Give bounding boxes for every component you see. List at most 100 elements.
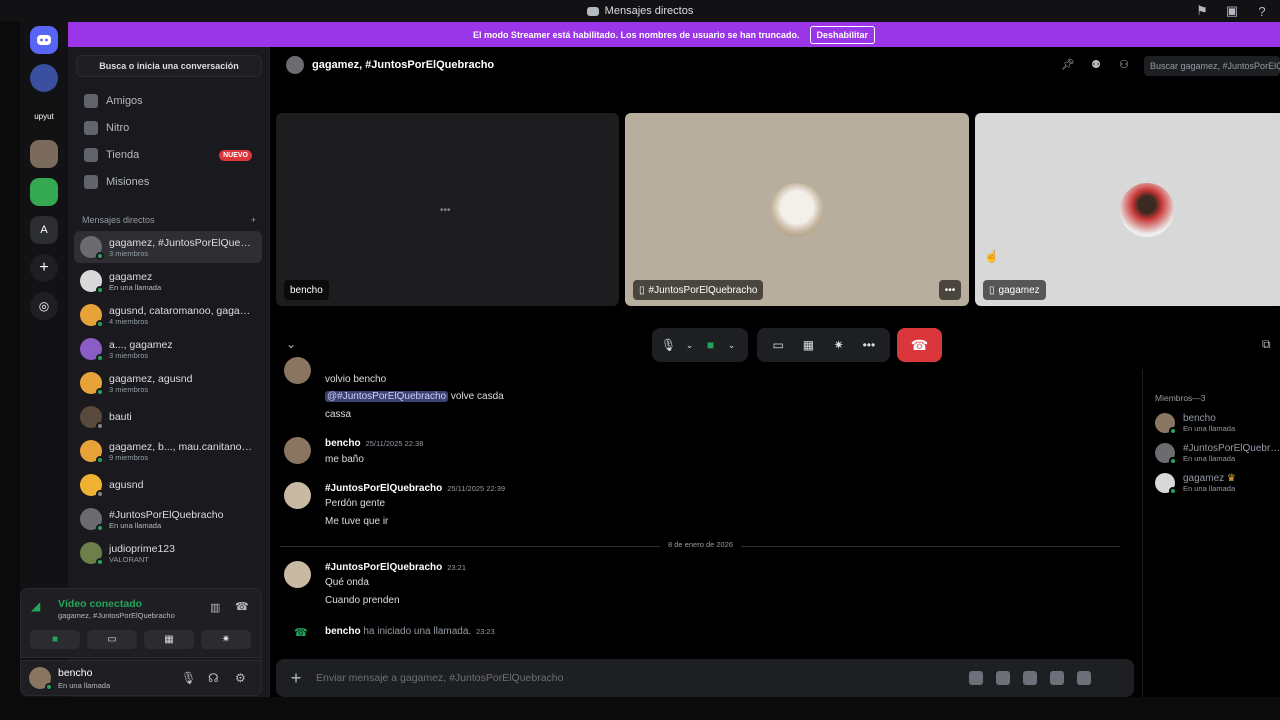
mobile-icon: ▯: [639, 284, 645, 296]
chevron-down-icon[interactable]: ⌄: [721, 340, 742, 351]
emoji-icon[interactable]: [1050, 671, 1064, 685]
add-friends-icon[interactable]: ⚉: [1089, 58, 1103, 72]
dm-item[interactable]: agusnd: [74, 469, 262, 501]
message-input[interactable]: [316, 672, 956, 684]
add-server-icon[interactable]: +: [30, 254, 58, 282]
more-icon[interactable]: •••: [857, 338, 881, 352]
disconnect-icon[interactable]: ☎: [235, 600, 249, 613]
settings-gear-icon[interactable]: ⚙: [235, 671, 246, 685]
soundboard-icon[interactable]: ✷: [827, 338, 851, 352]
microphone-icon[interactable]: 🎙︎: [658, 338, 679, 352]
nav-quests[interactable]: Misiones: [76, 169, 262, 195]
create-dm-icon[interactable]: +: [251, 215, 256, 225]
dm-item[interactable]: gagamez, #JuntosPorElQuebracho3 miembros: [74, 231, 262, 263]
nav-friends[interactable]: Amigos: [76, 88, 262, 114]
avatar[interactable]: [284, 561, 311, 588]
server-icon[interactable]: [30, 64, 58, 92]
sticker-icon[interactable]: [1023, 671, 1037, 685]
discord-icon: [37, 35, 51, 45]
disable-streamer-button[interactable]: Deshabilitar: [809, 25, 876, 44]
user-avatar[interactable]: [29, 667, 53, 691]
message-author[interactable]: #JuntosPorElQuebracho 25/11/2025 22:39: [325, 483, 505, 494]
member-item[interactable]: bencho En una llamada: [1155, 410, 1280, 436]
dm-item[interactable]: agusnd, cataromanoo, gagamez 4 miembros: [74, 299, 262, 331]
message-author[interactable]: bencho 25/11/2025 22:38: [325, 438, 423, 449]
dm-item[interactable]: #JuntosPorElQuebracho En una llamada: [74, 503, 262, 535]
apps-icon[interactable]: [1077, 671, 1091, 685]
title-bar: Mensajes directos ⚑ ▣ ?: [0, 0, 1280, 22]
message-text: Me tuve que ir: [325, 516, 389, 527]
banner-text: El modo Streamer está habilitado. Los no…: [472, 29, 800, 40]
avatar[interactable]: [284, 437, 311, 464]
member-item[interactable]: #JuntosPorElQuebrachoEn una llamada: [1155, 440, 1280, 466]
connection-signal-icon: ◢: [31, 599, 41, 613]
mention[interactable]: @#JuntosPorElQuebracho: [325, 391, 449, 402]
noise-suppression-icon[interactable]: ▥: [210, 601, 220, 614]
avatar: [1155, 473, 1177, 495]
nav-nitro[interactable]: Nitro: [76, 115, 262, 141]
avatar: [80, 542, 104, 566]
gif-icon[interactable]: [996, 671, 1010, 685]
soundboard-button[interactable]: ✷: [201, 630, 251, 649]
avatar: [80, 372, 104, 396]
message-text: me baño: [325, 454, 364, 465]
members-icon[interactable]: ⚇: [1117, 58, 1131, 72]
member-item[interactable]: gagamez ♛ En una llamada: [1155, 470, 1280, 496]
more-options-icon[interactable]: •••: [939, 280, 961, 300]
member-list: Miembros—3 bencho En una llamada #JuntosP…: [1142, 369, 1280, 720]
activities-icon[interactable]: ▦: [796, 338, 820, 352]
dm-item[interactable]: gagamez En una llamada: [74, 265, 262, 297]
microphone-icon[interactable]: 🎙︎: [181, 671, 196, 685]
window-icon[interactable]: ▣: [1224, 3, 1240, 19]
avatar: [284, 357, 311, 384]
dm-item[interactable]: gagamez, b..., mau.canitano, ... 9 miembr…: [74, 435, 262, 467]
voice-connection-panel: ◢ Vídeo conectado gagamez, #JuntosPorElQ…: [20, 588, 262, 658]
server-upyut[interactable]: upyut: [30, 102, 58, 130]
username: bencho: [58, 667, 93, 679]
mouse-cursor-icon: ☝: [984, 249, 999, 263]
message-composer: +: [276, 659, 1134, 697]
headphones-icon[interactable]: ☊: [208, 671, 219, 685]
discover-compass-icon[interactable]: ◎: [30, 292, 58, 320]
video-tile[interactable]: ••• bencho: [276, 113, 619, 306]
avatar[interactable]: [284, 482, 311, 509]
message-text: volvio bencho: [325, 374, 387, 385]
avatar: [80, 474, 104, 498]
activities-button[interactable]: ▦: [144, 630, 194, 649]
dm-item[interactable]: gagamez, agusnd 3 miembros: [74, 367, 262, 399]
nav-shop[interactable]: Tienda NUEVO: [76, 142, 262, 168]
video-tile[interactable]: ▯ gagamez: [975, 113, 1280, 306]
inbox-flag-icon[interactable]: ⚑: [1194, 3, 1210, 19]
home-button[interactable]: [30, 26, 58, 54]
chevron-down-icon[interactable]: ⌄: [679, 340, 700, 351]
collapse-chevron-icon[interactable]: ⌄: [286, 337, 296, 351]
voice-channel[interactable]: gagamez, #JuntosPorElQuebracho: [58, 611, 175, 620]
server-icon[interactable]: [30, 140, 58, 168]
message-text: Qué onda: [325, 577, 369, 588]
dm-item[interactable]: judioprime123 VALORANT: [74, 537, 262, 569]
avatar: [1155, 443, 1177, 465]
screen-share-icon[interactable]: ▭: [766, 338, 790, 352]
server-a[interactable]: A: [30, 216, 58, 244]
pin-icon[interactable]: 📌︎: [1061, 58, 1075, 72]
hang-up-button[interactable]: ☎: [897, 328, 942, 362]
user-panel: bencho En una llamada 🎙︎ ☊ ⚙: [20, 660, 262, 696]
popout-icon[interactable]: ⧉: [1262, 337, 1271, 352]
gift-icon[interactable]: [969, 671, 983, 685]
server-icon[interactable]: [30, 178, 58, 206]
screen-share-button[interactable]: ▭: [87, 630, 137, 649]
search-conversation-button[interactable]: Busca o inicia una conversación: [76, 55, 262, 77]
dm-item[interactable]: bauti: [74, 401, 262, 433]
dm-item[interactable]: a..., gagamez 3 miembros: [74, 333, 262, 365]
nitro-icon: [84, 121, 98, 135]
camera-icon[interactable]: ■: [700, 338, 721, 352]
help-icon[interactable]: ?: [1254, 3, 1270, 19]
tile-label: ▯ gagamez: [983, 280, 1046, 300]
group-avatar: [286, 56, 304, 74]
video-tile[interactable]: ▯ #JuntosPorElQuebracho •••: [625, 113, 969, 306]
search-input[interactable]: Buscar gagamez, #JuntosPorElQuebracho: [1144, 56, 1280, 76]
call-action-controls: ▭ ▦ ✷ •••: [757, 328, 890, 362]
message-author[interactable]: #JuntosPorElQuebracho 23:21: [325, 562, 466, 573]
add-attachment-icon[interactable]: +: [276, 668, 316, 689]
camera-button[interactable]: ■: [30, 630, 80, 649]
